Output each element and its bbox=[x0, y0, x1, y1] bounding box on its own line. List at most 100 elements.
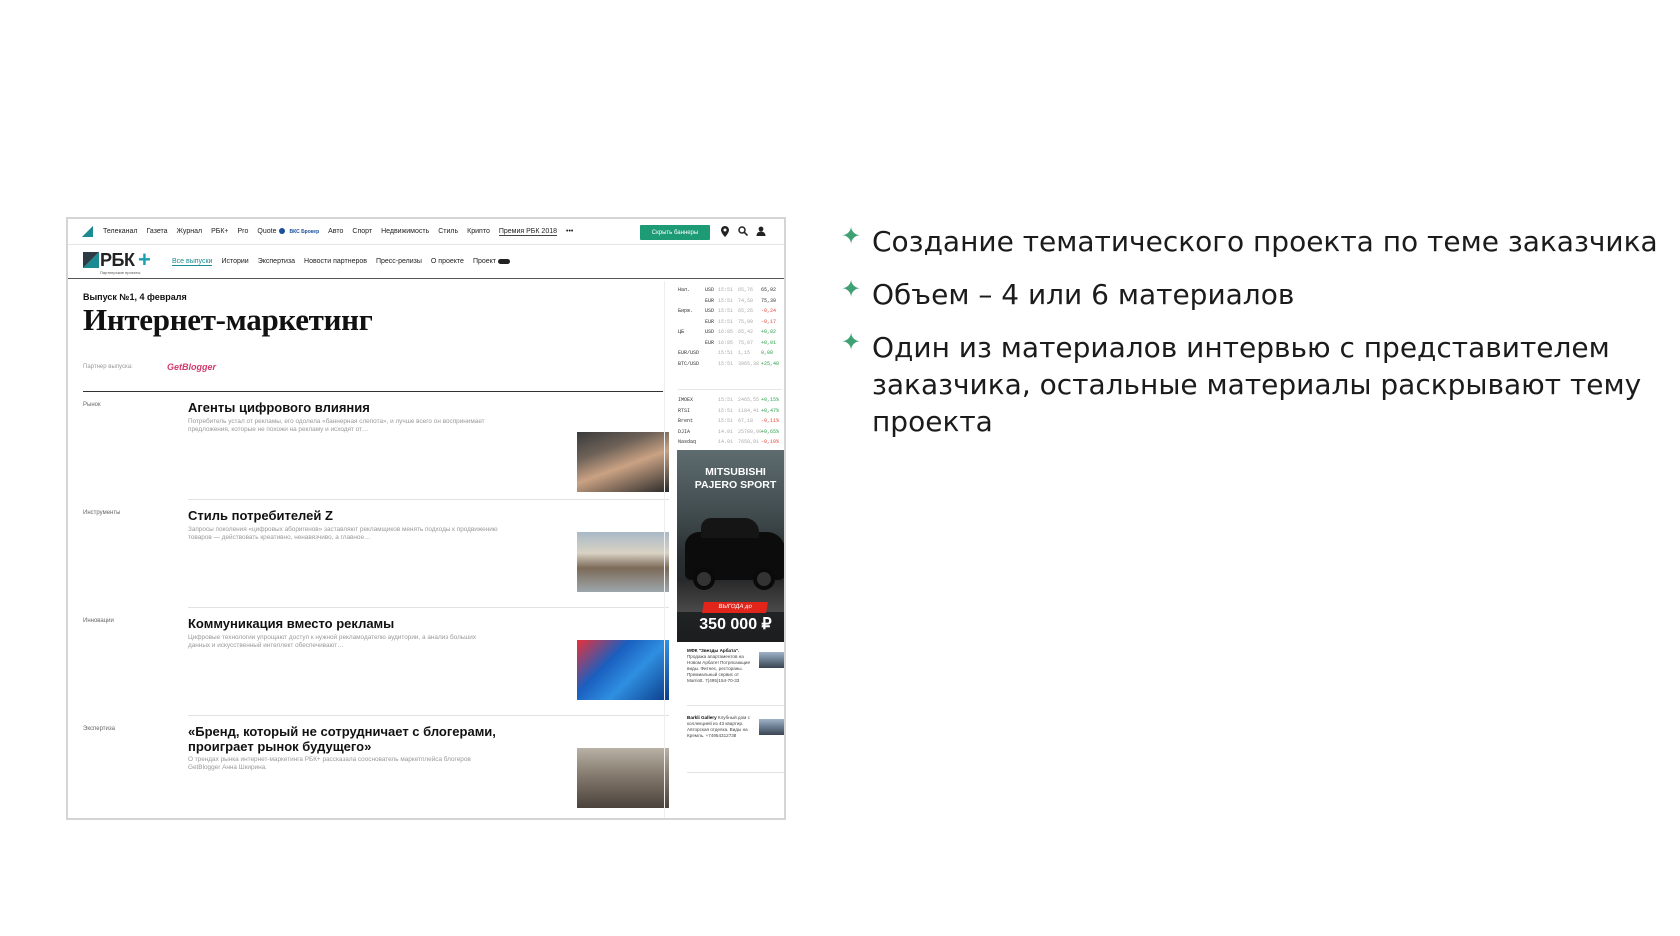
nav-item[interactable]: Стиль bbox=[438, 228, 458, 235]
promo-image[interactable] bbox=[759, 652, 784, 668]
column-divider bbox=[664, 281, 665, 818]
article-thumbnail[interactable] bbox=[577, 640, 669, 700]
user-icon[interactable] bbox=[756, 226, 766, 237]
article-title[interactable]: Коммуникация вместо рекламы bbox=[188, 616, 518, 631]
rate-delta: -0,11% bbox=[761, 418, 780, 424]
section-tabs: Все выпуски Истории Экспертиза Новости п… bbox=[172, 258, 519, 266]
article-title[interactable]: Стиль потребителей Z bbox=[188, 508, 518, 523]
rate-row[interactable]: Nasdaq 14.01 7658,91 -0,10% bbox=[668, 437, 784, 447]
rate-delta: +25,40 bbox=[761, 360, 780, 367]
ad-car-wheel bbox=[753, 568, 775, 590]
article-thumbnail[interactable] bbox=[577, 748, 669, 808]
tab-expertise[interactable]: Экспертиза bbox=[258, 258, 295, 266]
divider bbox=[687, 772, 784, 773]
nav-item[interactable]: Крипто bbox=[467, 228, 490, 235]
rate-value: 1184,41 bbox=[738, 407, 760, 414]
promo-image[interactable] bbox=[759, 719, 784, 735]
tab-press-releases[interactable]: Пресс-релизы bbox=[376, 258, 422, 266]
rate-time: 15:51 bbox=[718, 407, 734, 414]
rate-time: 15:51 bbox=[718, 287, 734, 293]
article-title[interactable]: Агенты цифрового влияния bbox=[188, 400, 518, 415]
rate-value: 25789,99 bbox=[738, 428, 763, 435]
article-lead: Потребитель устал от рекламы, его одолел… bbox=[188, 418, 485, 433]
nav-item-quote[interactable]: Quote ВКС Брокер bbox=[257, 228, 319, 235]
rate-name: EUR/USD bbox=[678, 350, 700, 356]
rate-value: 74,50 bbox=[738, 297, 754, 304]
tab-about[interactable]: О проекте bbox=[431, 258, 464, 266]
article-card[interactable]: Рынок Агенты цифрового влияния Потребите… bbox=[83, 392, 669, 500]
nav-item[interactable]: Pro bbox=[238, 228, 249, 235]
rate-name: ЦБ bbox=[678, 329, 685, 335]
rate-row[interactable]: RTSI 15:51 1184,41 +0,47% bbox=[668, 406, 784, 416]
divider bbox=[678, 389, 782, 390]
rate-name: IMOEX bbox=[678, 397, 694, 403]
rbc-plus-logo[interactable]: РБК + Партнерские проекты bbox=[83, 247, 155, 276]
nav-item[interactable]: Телеканал bbox=[103, 228, 137, 235]
rate-row[interactable]: BTC/USD 15:51 3965,38 +25,40 bbox=[668, 359, 784, 369]
rbc-logo-icon[interactable] bbox=[82, 226, 93, 237]
rate-delta: +0,65% bbox=[761, 428, 780, 435]
rate-row[interactable]: EUR 15:51 75,09 -0,17 bbox=[668, 317, 784, 327]
promo-text: МФК "Звезды Арбата". Продажа апартаменто… bbox=[687, 648, 757, 684]
rate-row[interactable]: Бирж. USD 15:51 65,26 -0,24 bbox=[668, 306, 784, 316]
tab-all-issues[interactable]: Все выпуски bbox=[172, 258, 213, 266]
nav-item[interactable]: Журнал bbox=[177, 228, 203, 235]
top-nav: Телеканал Газета Журнал РБК+ Pro Quote ВК… bbox=[68, 219, 784, 245]
location-icon[interactable] bbox=[720, 226, 730, 237]
article-rubric: Инновации bbox=[83, 618, 114, 624]
hide-banners-button[interactable]: Скрыть баннеры bbox=[640, 225, 710, 240]
ad-car-wheel bbox=[693, 568, 715, 590]
nav-item[interactable]: РБК+ bbox=[211, 228, 228, 235]
rate-row[interactable]: Нал. USD 15:51 65,76 65,92 bbox=[668, 285, 784, 295]
article-card[interactable]: Инновации Коммуникация вместо рекламы Ци… bbox=[83, 608, 669, 716]
project-header: РБК + Партнерские проекты Все выпуски Ис… bbox=[68, 245, 784, 279]
promo-block[interactable]: МФК "Звезды Арбата". Продажа апартаменто… bbox=[679, 642, 784, 706]
nav-item[interactable]: Спорт bbox=[352, 228, 372, 235]
article-lead: О трендах рынка интернет-маркетинга РБК+… bbox=[188, 756, 471, 771]
rate-row[interactable]: EUR 16:05 75,07 +0,01 bbox=[668, 338, 784, 348]
rate-value: 75,07 bbox=[738, 339, 754, 346]
promo-title: МФК "Звезды Арбата". bbox=[687, 648, 740, 653]
rbc-screenshot: Телеканал Газета Журнал РБК+ Pro Quote ВК… bbox=[66, 217, 786, 820]
tab-project[interactable]: Проект bbox=[473, 258, 511, 266]
rate-time: 15:51 bbox=[718, 297, 734, 304]
rate-delta: -0,17 bbox=[761, 318, 777, 325]
tab-stories[interactable]: Истории bbox=[221, 258, 248, 266]
rate-time: 15:51 bbox=[718, 318, 734, 325]
nav-item[interactable]: Авто bbox=[328, 228, 343, 235]
rate-time: 15:51 bbox=[718, 418, 734, 424]
rate-row[interactable]: IMOEX 15:51 2465,55 +0,15% bbox=[668, 395, 784, 405]
partner-logo[interactable]: GetBlogger bbox=[167, 362, 216, 372]
rate-row[interactable]: EUR/USD 15:51 1,15 0,00 bbox=[668, 348, 784, 358]
tab-partner-news[interactable]: Новости партнеров bbox=[304, 258, 367, 266]
feature-text: Создание тематического проекта по теме з… bbox=[872, 225, 1658, 258]
more-menu[interactable]: ••• bbox=[566, 228, 573, 235]
rate-delta: 0,00 bbox=[761, 350, 774, 356]
article-thumbnail[interactable] bbox=[577, 532, 669, 592]
promo-block[interactable]: Barkli Gallery Клубный дом с коллекцией … bbox=[679, 709, 784, 773]
rate-value: 65,26 bbox=[738, 308, 754, 314]
article-title[interactable]: «Бренд, который не сотрудничает с блогер… bbox=[188, 724, 518, 754]
feature-text: Объем – 4 или 6 материалов bbox=[872, 278, 1295, 311]
rate-name: RTSI bbox=[678, 407, 691, 414]
rate-cur: USD bbox=[705, 308, 715, 314]
article-thumbnail[interactable] bbox=[577, 432, 669, 492]
article-card[interactable]: Инструменты Стиль потребителей Z Запросы… bbox=[83, 500, 669, 608]
rate-row[interactable]: EUR 15:51 74,50 75,39 bbox=[668, 296, 784, 306]
rate-value: 2465,55 bbox=[738, 397, 760, 403]
article-card[interactable]: Экспертиза «Бренд, который не сотруднича… bbox=[83, 716, 669, 818]
rate-time: 15:51 bbox=[718, 360, 734, 367]
rate-row[interactable]: Brent 15:51 67,18 -0,11% bbox=[668, 416, 784, 426]
rate-row[interactable]: ЦБ USD 16:05 65,42 +0,02 bbox=[668, 327, 784, 337]
promo-text: Barkli Gallery Клубный дом с коллекцией … bbox=[687, 715, 757, 739]
rate-row[interactable]: DJIA 14.01 25789,99 +0,65% bbox=[668, 427, 784, 437]
rate-value: 75,09 bbox=[738, 318, 754, 325]
rate-delta: -0,10% bbox=[761, 439, 780, 445]
search-icon[interactable] bbox=[738, 226, 749, 237]
banner-ad[interactable]: MITSUBISHI PAJERO SPORT ВЫГОДА до 350 00… bbox=[677, 450, 784, 642]
nav-item-premia[interactable]: Премия РБК 2018 bbox=[498, 228, 557, 236]
article-lead: Запросы поколения «цифровых аборигенов» … bbox=[188, 526, 498, 541]
rate-name: Nasdaq bbox=[678, 439, 697, 445]
nav-item[interactable]: Недвижимость bbox=[381, 228, 429, 235]
nav-item[interactable]: Газета bbox=[146, 228, 167, 235]
